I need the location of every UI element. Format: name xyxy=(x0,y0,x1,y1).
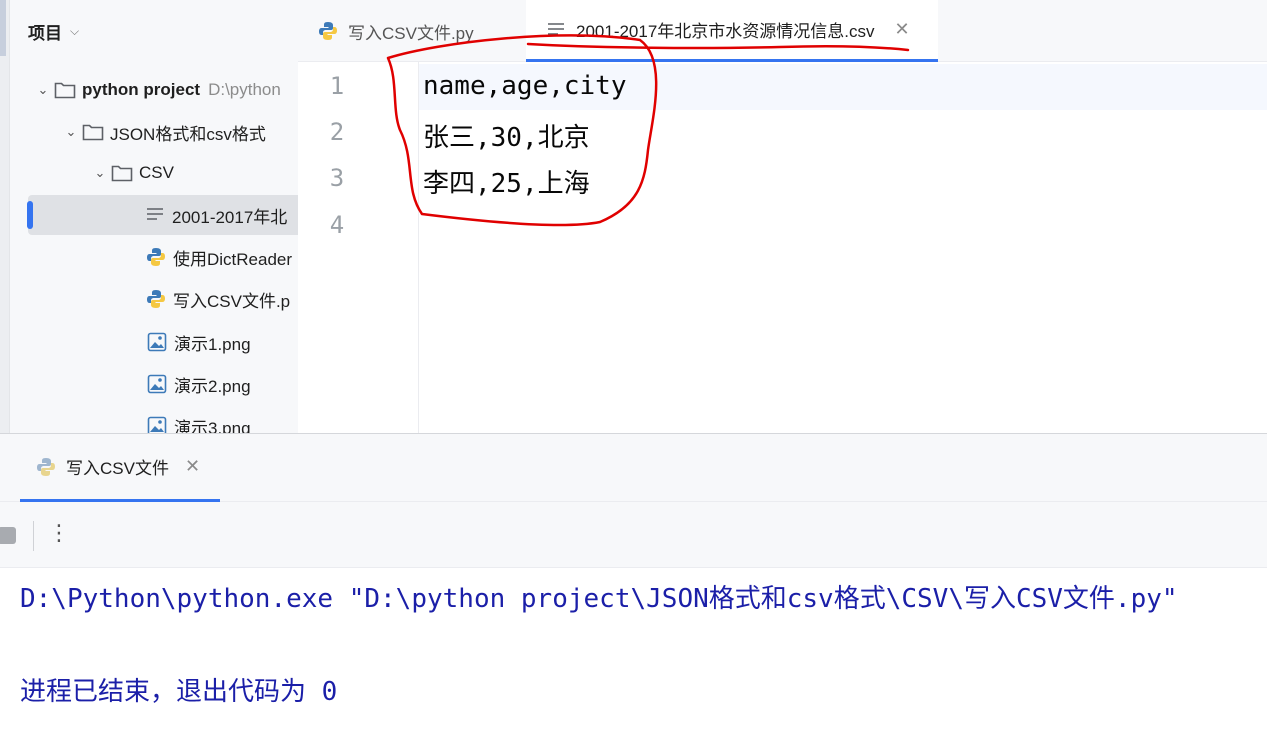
root-name: python project xyxy=(82,80,201,99)
tool-window-strip xyxy=(0,0,10,433)
code-line[interactable]: 李四,25,上海 xyxy=(423,163,590,200)
folder-icon xyxy=(82,123,104,141)
tree-item-csv-file[interactable]: 2001-2017年北 xyxy=(28,195,298,235)
folder-name: JSON格式和csv格式 xyxy=(110,124,266,144)
image-file-icon xyxy=(147,374,167,394)
code-line[interactable]: 张三,30,北京 xyxy=(423,117,590,154)
more-options-icon[interactable]: ⋮ xyxy=(48,520,70,546)
image-file-icon xyxy=(147,416,167,433)
selection-marker xyxy=(27,201,33,229)
python-file-icon xyxy=(36,457,56,477)
tab-write-csv-py[interactable]: 写入CSV文件.py xyxy=(298,0,526,62)
run-tool-window: 写入CSV文件 ✕ ⋮ D:\Python\python.exe "D:\pyt… xyxy=(0,433,1267,739)
tree-item-image-3[interactable]: 演示3.png xyxy=(10,406,298,433)
text-file-icon xyxy=(546,20,566,40)
folder-name: CSV xyxy=(139,163,174,182)
file-name: 演示3.png xyxy=(174,418,251,434)
python-file-icon xyxy=(318,21,338,41)
file-name: 演示2.png xyxy=(174,376,251,396)
run-tab-label: 写入CSV文件 xyxy=(66,459,169,478)
stop-icon[interactable] xyxy=(0,527,16,544)
folder-icon xyxy=(111,164,133,182)
folder-icon xyxy=(54,81,76,99)
line-number-gutter: 1 2 3 4 xyxy=(298,62,419,433)
console-exit-message: 进程已结束，退出代码为 0 xyxy=(20,677,338,707)
line-number: 4 xyxy=(329,211,345,239)
tab-label: 2001-2017年北京市水资源情况信息.csv xyxy=(576,22,875,41)
file-name: 写入CSV文件.p xyxy=(173,291,291,311)
project-sidebar: 项目 ⌵ ⌄ python project D:\python ⌄ JSON格式… xyxy=(0,0,298,433)
root-path: D:\python xyxy=(208,80,281,99)
tree-item-root[interactable]: ⌄ python project D:\python xyxy=(10,70,298,110)
tree-item-csv-folder[interactable]: ⌄ CSV xyxy=(10,153,298,193)
run-toolbar: ⋮ xyxy=(0,502,1267,568)
code-editor[interactable]: 1 2 3 4 name,age,city 张三,30,北京 李四,25,上海 xyxy=(298,62,1267,433)
editor-tab-bar: 写入CSV文件.py 2001-2017年北京市水资源情况信息.csv ✕ xyxy=(298,0,1267,62)
line-number: 2 xyxy=(329,118,345,146)
python-file-icon xyxy=(146,247,166,267)
tab-label: 写入CSV文件.py xyxy=(348,23,474,43)
chevron-down-icon[interactable]: ⌄ xyxy=(89,165,111,181)
toolbar-separator xyxy=(33,521,34,551)
chevron-down-icon[interactable]: ⌄ xyxy=(32,82,54,98)
tree-item-write-csv-file[interactable]: 写入CSV文件.p xyxy=(10,279,298,319)
tab-csv-file[interactable]: 2001-2017年北京市水资源情况信息.csv ✕ xyxy=(526,0,938,62)
python-file-icon xyxy=(146,289,166,309)
file-name: 演示1.png xyxy=(174,334,251,354)
image-file-icon xyxy=(147,332,167,352)
tree-item-dictreader-file[interactable]: 使用DictReader xyxy=(10,237,298,277)
tree-item-json-folder[interactable]: ⌄ JSON格式和csv格式 xyxy=(10,112,298,152)
project-header[interactable]: 项目 ⌵ xyxy=(28,18,79,44)
tree-item-image-2[interactable]: 演示2.png xyxy=(10,364,298,404)
run-tab[interactable]: 写入CSV文件 ✕ xyxy=(20,434,220,502)
line-number: 3 xyxy=(329,164,345,192)
file-name: 2001-2017年北 xyxy=(172,207,288,227)
run-tab-bar: 写入CSV文件 ✕ xyxy=(0,434,1267,502)
close-icon[interactable]: ✕ xyxy=(185,456,200,477)
line-number: 1 xyxy=(329,72,345,100)
file-name: 使用DictReader xyxy=(173,249,293,269)
tool-window-strip-accent xyxy=(0,0,6,56)
tree-item-image-1[interactable]: 演示1.png xyxy=(10,322,298,362)
chevron-down-icon[interactable]: ⌄ xyxy=(60,124,82,140)
text-file-icon xyxy=(145,205,165,225)
code-line[interactable]: name,age,city xyxy=(423,71,627,101)
chevron-down-icon[interactable]: ⌵ xyxy=(70,24,79,39)
close-icon[interactable]: ✕ xyxy=(895,19,910,40)
console-command-line: D:\Python\python.exe "D:\python project\… xyxy=(20,584,1178,614)
project-title: 项目 xyxy=(28,23,62,43)
